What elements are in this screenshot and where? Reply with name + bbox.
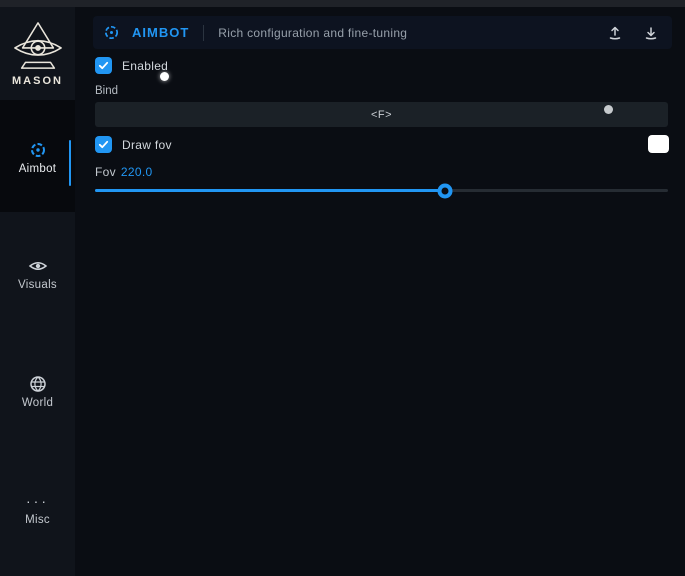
draw-fov-checkbox[interactable] bbox=[95, 136, 112, 153]
fov-slider-caption: Fov 220.0 bbox=[95, 165, 152, 179]
page-subtitle: Rich configuration and fine-tuning bbox=[218, 26, 407, 40]
download-icon bbox=[643, 25, 659, 41]
slider-thumb[interactable] bbox=[437, 183, 452, 198]
fov-label: Fov bbox=[95, 165, 116, 179]
bind-label: Bind bbox=[95, 85, 118, 97]
particle-dot bbox=[604, 105, 613, 114]
ellipsis-icon: ··· bbox=[0, 480, 75, 510]
fov-color-picker[interactable] bbox=[648, 135, 669, 153]
fov-value: 220.0 bbox=[121, 165, 153, 179]
brand-logo: MASON bbox=[0, 20, 75, 87]
enabled-label: Enabled bbox=[122, 59, 168, 73]
crosshair-icon bbox=[103, 24, 120, 41]
download-config-button[interactable] bbox=[640, 22, 662, 44]
check-icon bbox=[98, 139, 109, 150]
enabled-checkbox[interactable] bbox=[95, 57, 112, 74]
globe-icon bbox=[0, 363, 75, 393]
sidebar-item-label: Visuals bbox=[0, 279, 75, 291]
sidebar-item-aimbot[interactable]: Aimbot bbox=[0, 100, 75, 212]
sidebar-item-label: Misc bbox=[0, 514, 75, 526]
sidebar-item-label: World bbox=[0, 397, 75, 409]
upload-config-button[interactable] bbox=[604, 22, 626, 44]
upload-icon bbox=[607, 25, 623, 41]
sidebar-item-label: Aimbot bbox=[0, 163, 75, 175]
draw-fov-label: Draw fov bbox=[122, 138, 172, 152]
fov-slider[interactable] bbox=[95, 184, 668, 197]
bind-key-value: <F> bbox=[371, 109, 392, 121]
bind-key-input[interactable]: <F> bbox=[95, 102, 668, 127]
particle-dot bbox=[160, 72, 169, 81]
window-top-strip bbox=[0, 0, 685, 7]
check-icon bbox=[98, 60, 109, 71]
slider-fill bbox=[95, 189, 445, 192]
sidebar-item-misc[interactable]: ··· Misc bbox=[0, 480, 75, 540]
sidebar-item-world[interactable]: World bbox=[0, 363, 75, 423]
active-item-indicator bbox=[69, 140, 71, 186]
section-header: AIMBOT Rich configuration and fine-tunin… bbox=[93, 16, 672, 49]
eye-icon bbox=[0, 245, 75, 275]
enabled-checkbox-row[interactable]: Enabled bbox=[95, 57, 168, 74]
masonic-eye-logo-icon bbox=[0, 20, 75, 72]
aimbot-crosshair-icon bbox=[0, 100, 75, 159]
page-title: AIMBOT bbox=[132, 25, 189, 40]
sidebar-item-visuals[interactable]: Visuals bbox=[0, 245, 75, 305]
sidebar: MASON Aimbot Visuals World bbox=[0, 0, 75, 576]
brand-name: MASON bbox=[0, 75, 75, 87]
header-divider bbox=[203, 25, 204, 41]
draw-fov-checkbox-row[interactable]: Draw fov bbox=[95, 136, 172, 153]
